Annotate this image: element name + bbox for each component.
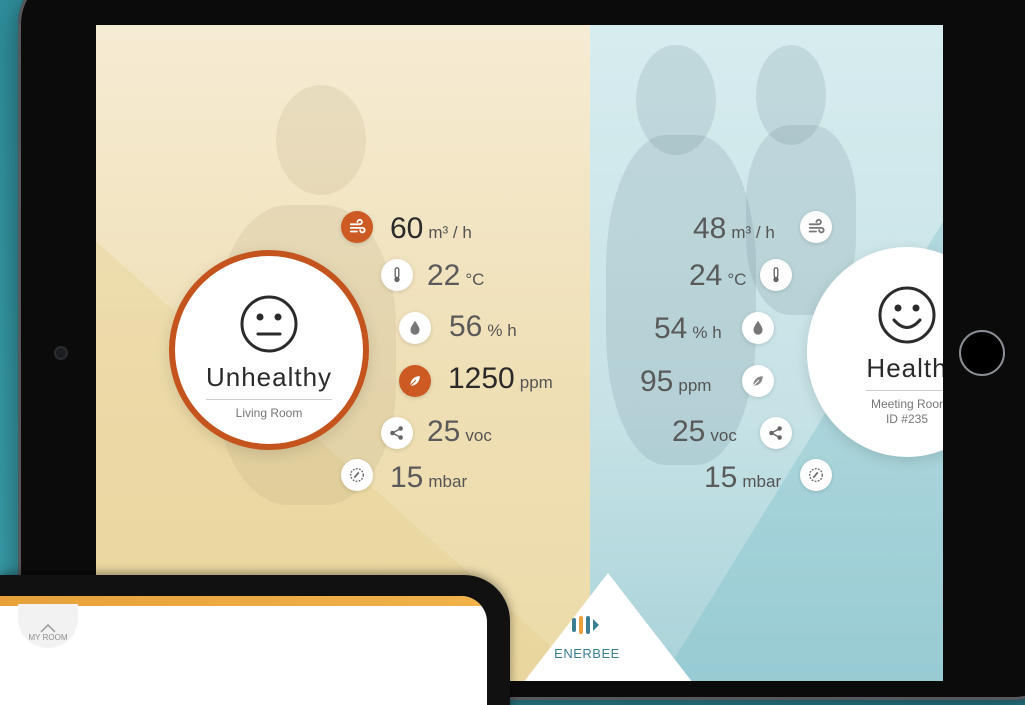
- voc-share-icon: [381, 417, 413, 449]
- temperature-metric: 24 °C: [689, 259, 747, 292]
- leaf-co2-icon: [742, 365, 774, 397]
- thermometer-icon: [760, 259, 792, 291]
- enerbee-logo-icon: [572, 616, 599, 634]
- voc-metric: 25 voc: [427, 415, 492, 448]
- leaf-co2-icon: [399, 365, 431, 397]
- home-button[interactable]: [959, 330, 1005, 376]
- chevron-up-icon: [40, 624, 56, 633]
- airflow-metric: 48 m³ / h: [693, 212, 775, 245]
- pressure-metric: 15 mbar: [390, 461, 468, 494]
- happy-face-icon: [878, 286, 936, 344]
- pressure-metric: 15 mbar: [704, 461, 782, 494]
- humidity-metric: 56 % h: [449, 310, 517, 343]
- co2-metric: 95 ppm: [640, 365, 712, 398]
- neutral-face-icon: [240, 295, 298, 353]
- airflow-metric: 60 m³ / h: [390, 212, 472, 245]
- humidity-drop-icon: [742, 312, 774, 344]
- status-label: Unhealthy: [205, 362, 333, 400]
- airflow-icon: [341, 211, 373, 243]
- my-room-button[interactable]: MY ROOM: [18, 604, 78, 648]
- camera: [56, 348, 66, 358]
- photo-backdrop: [276, 85, 366, 195]
- humidity-drop-icon: [399, 312, 431, 344]
- thermometer-icon: [381, 259, 413, 291]
- phone-screen: MY ROOM: [0, 596, 487, 705]
- room-name: Meeting Roor ID #235: [870, 397, 943, 426]
- voc-share-icon: [760, 417, 792, 449]
- room-name: Living Room: [235, 406, 303, 420]
- co2-metric: 1250 ppm: [448, 362, 553, 395]
- status-label: Health: [866, 353, 943, 391]
- voc-metric: 25 voc: [672, 415, 737, 448]
- brand-name: ENERBEE: [554, 646, 620, 661]
- living-room-status[interactable]: Unhealthy Living Room: [169, 250, 369, 450]
- humidity-metric: 54 % h: [654, 312, 722, 345]
- airflow-icon: [800, 211, 832, 243]
- pressure-gauge-icon: [800, 459, 832, 491]
- temperature-metric: 22 °C: [427, 259, 485, 292]
- pressure-gauge-icon: [341, 459, 373, 491]
